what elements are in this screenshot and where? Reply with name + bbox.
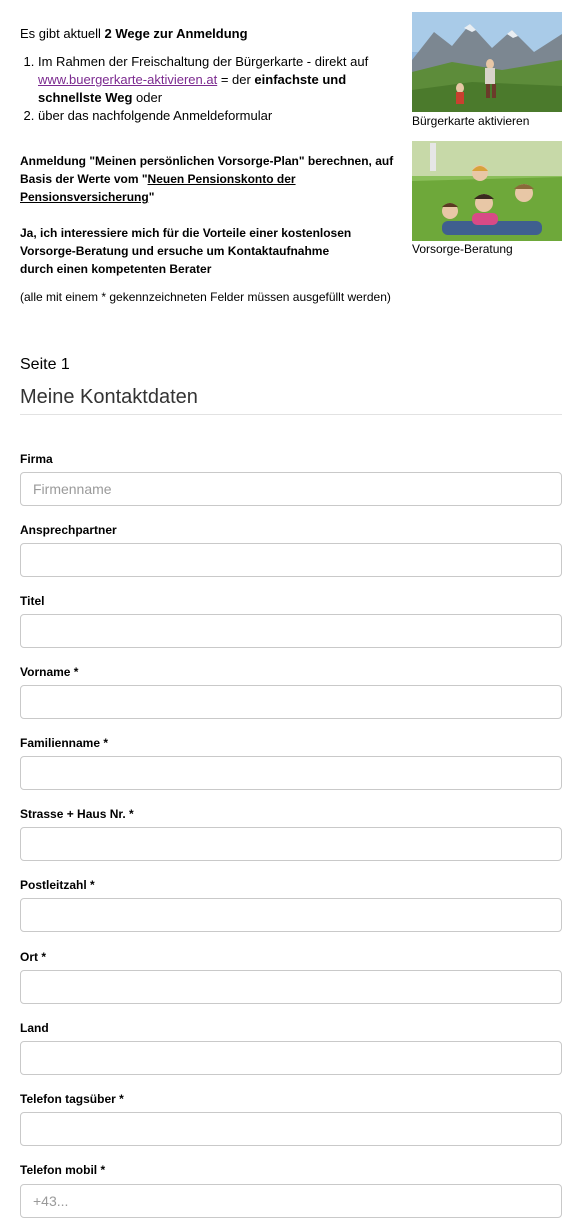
info-block: Anmeldung "Meinen persönlichen Vorsorge-…	[20, 152, 405, 278]
label-postleitzahl: Postleitzahl *	[20, 878, 95, 892]
telefon-tagsueber-input[interactable]	[20, 1112, 562, 1146]
telefon-mobil-input[interactable]	[20, 1184, 562, 1218]
intro-text: Es gibt aktuell 2 Wege zur Anmeldung Im …	[20, 25, 400, 125]
label-titel: Titel	[20, 594, 45, 608]
postleitzahl-input[interactable]	[20, 898, 562, 932]
vorsorge-image[interactable]	[412, 141, 562, 241]
firma-input[interactable]	[20, 472, 562, 506]
buergerkarte-image[interactable]	[412, 12, 562, 112]
label-vorname: Vorname *	[20, 665, 79, 679]
section-divider	[20, 414, 562, 415]
beratung-text: Ja, ich interessiere mich für die Vortei…	[20, 226, 352, 276]
label-strasse: Strasse + Haus Nr. *	[20, 807, 134, 821]
label-familienname: Familienname *	[20, 736, 109, 750]
page-indicator: Seite 1	[20, 356, 70, 373]
required-fields-note: (alle mit einem * gekennzeichneten Felde…	[20, 290, 391, 304]
familienname-input[interactable]	[20, 756, 562, 790]
land-input[interactable]	[20, 1041, 562, 1075]
registration-options-list: Im Rahmen der Freischaltung der Bürgerka…	[38, 53, 400, 125]
strasse-input[interactable]	[20, 827, 562, 861]
list-item: Im Rahmen der Freischaltung der Bürgerka…	[38, 53, 400, 107]
ort-input[interactable]	[20, 970, 562, 1004]
image-caption: Vorsorge-Beratung	[412, 242, 513, 256]
label-firma: Firma	[20, 452, 53, 466]
section-title: Meine Kontaktdaten	[20, 386, 198, 408]
label-land: Land	[20, 1021, 49, 1035]
label-ort: Ort *	[20, 950, 47, 964]
label-ansprechpartner: Ansprechpartner	[20, 523, 117, 537]
intro-lead: Es gibt aktuell 2 Wege zur Anmeldung	[20, 26, 248, 41]
vorname-input[interactable]	[20, 685, 562, 719]
titel-input[interactable]	[20, 614, 562, 648]
image-caption: Bürgerkarte aktivieren	[412, 114, 530, 128]
list-item: über das nachfolgende Anmeldeformular	[38, 107, 400, 125]
label-telefon-tagsueber: Telefon tagsüber *	[20, 1092, 124, 1106]
buergerkarte-link[interactable]: www.buergerkarte-aktivieren.at	[38, 72, 217, 87]
label-telefon-mobil: Telefon mobil *	[20, 1163, 106, 1177]
ansprechpartner-input[interactable]	[20, 543, 562, 577]
vorsorge-plan-text: Anmeldung "Meinen persönlichen Vorsorge-…	[20, 154, 394, 204]
